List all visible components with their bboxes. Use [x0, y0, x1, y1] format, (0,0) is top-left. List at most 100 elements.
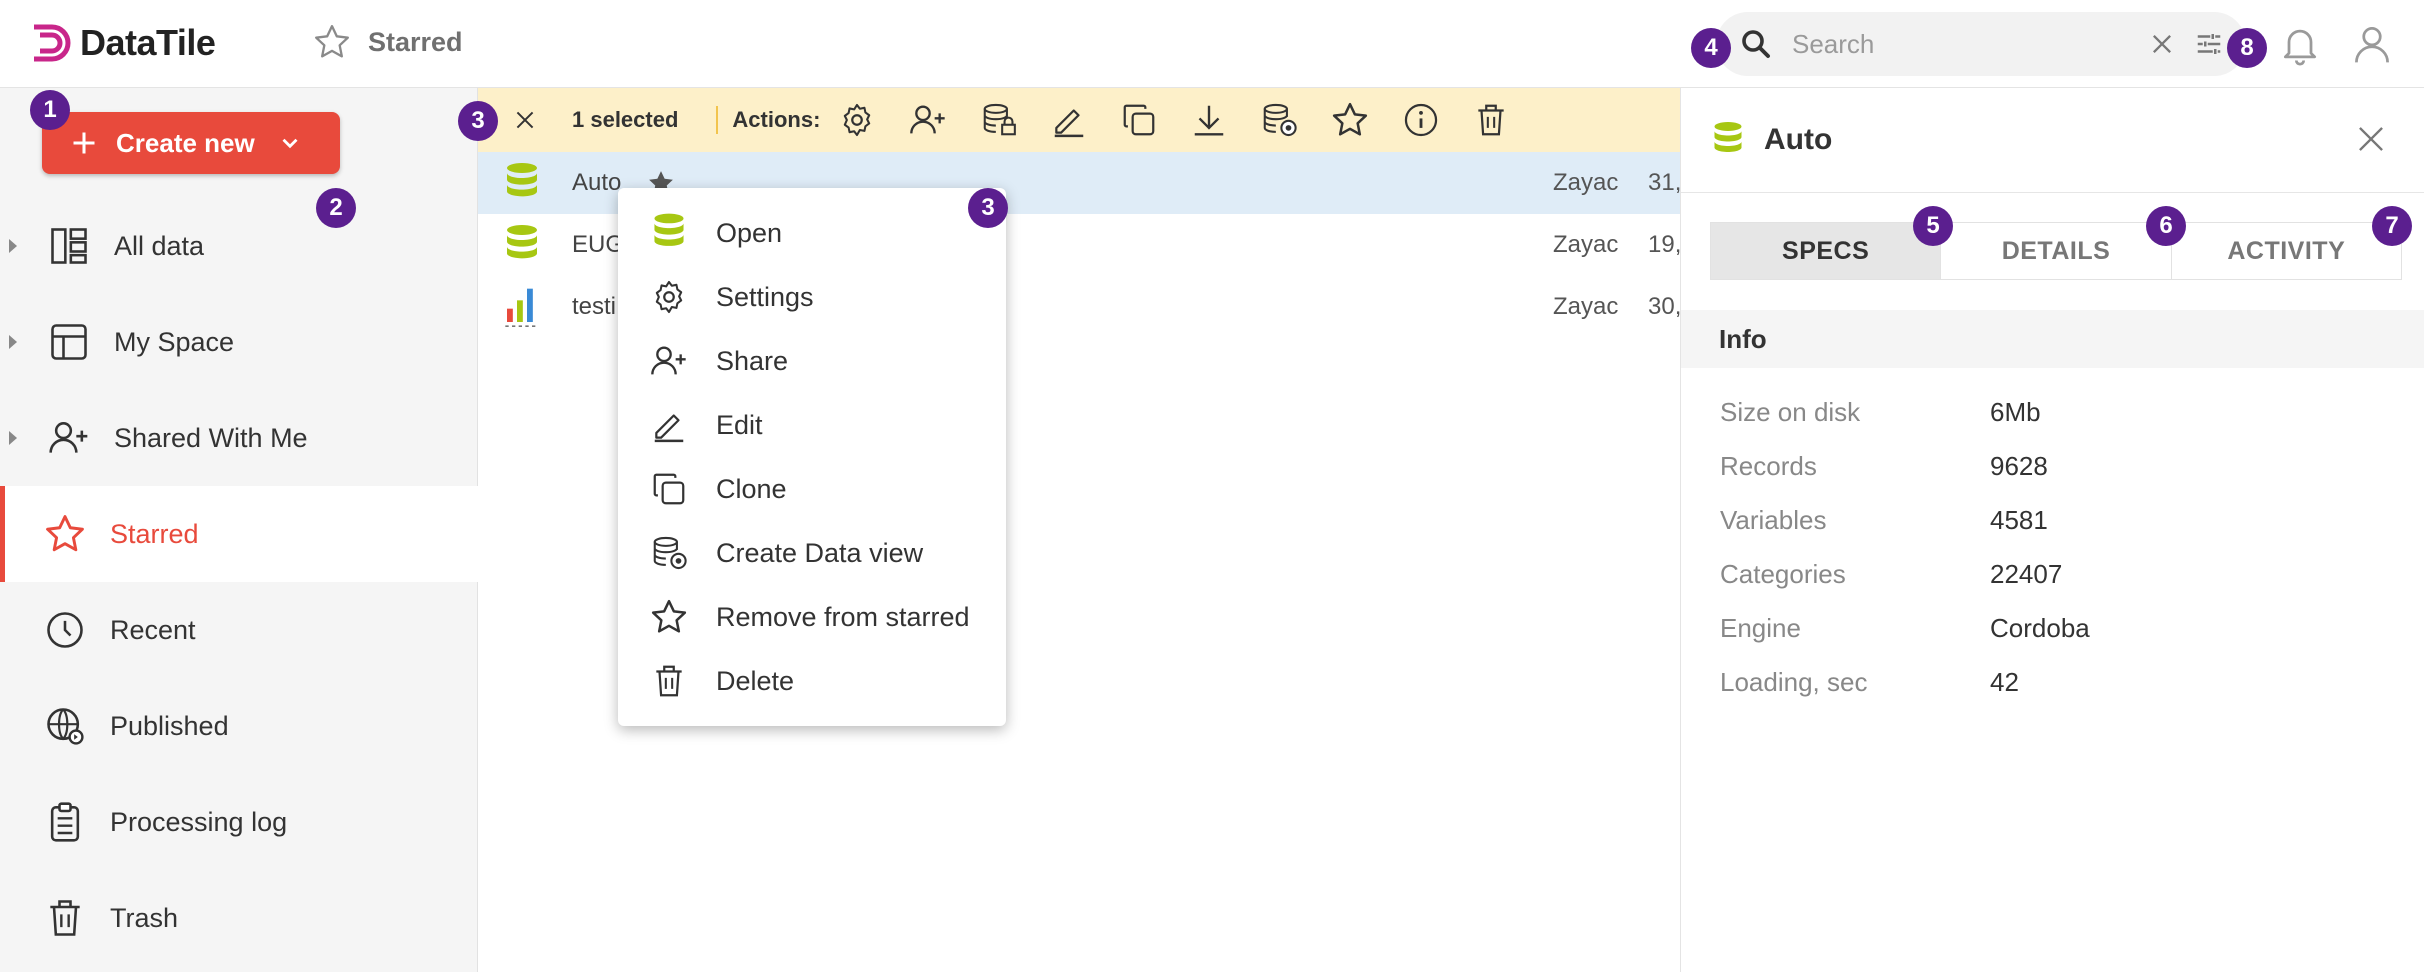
star-icon[interactable] [1330, 100, 1370, 140]
menu-item-share[interactable]: Share [618, 330, 1006, 392]
spec-key: Records [1720, 450, 1817, 481]
spec-row: Size on disk 6Mb [1720, 385, 2360, 439]
details-title: Auto [1764, 123, 1833, 156]
clear-search-icon[interactable] [2148, 30, 2176, 58]
row-owner: Zayac [1553, 231, 1619, 258]
menu-item-create-data-view[interactable]: Create Data view [618, 522, 1006, 584]
expand-arrow-icon[interactable] [7, 334, 19, 350]
sidebar-item-recent[interactable]: Recent [0, 582, 478, 678]
clipboard-icon [50, 802, 80, 842]
menu-item-label: Open [716, 217, 783, 248]
details-header: Auto [1710, 120, 1832, 160]
sidebar-item-label: Processing log [110, 806, 288, 837]
layout-icon [51, 324, 87, 360]
divider [1681, 192, 2424, 193]
sidebar-item-trash[interactable]: Trash [0, 870, 478, 966]
user-avatar-icon[interactable] [2350, 22, 2394, 66]
spec-row: Records 9628 [1720, 439, 2360, 493]
tab-specs[interactable]: SPECS [1711, 223, 1942, 279]
download-icon[interactable] [1190, 101, 1228, 139]
spec-value: Cordoba [1990, 612, 2090, 643]
clear-selection-icon[interactable] [512, 107, 538, 133]
sidebar-item-label: My Space [114, 326, 235, 357]
sidebar-item-my-space[interactable]: My Space [0, 294, 478, 390]
row-owner: Zayac [1553, 169, 1619, 196]
star-icon [315, 25, 349, 58]
expand-arrow-icon[interactable] [7, 430, 19, 446]
clock-icon [47, 612, 83, 648]
app-name: DataTile [80, 22, 216, 63]
toolbar-divider [716, 106, 719, 134]
sidebar-item-label: Starred [110, 518, 199, 549]
share-icon[interactable] [908, 100, 948, 140]
menu-item-open[interactable]: Open [618, 202, 1006, 264]
clone-icon[interactable] [1120, 101, 1158, 139]
row-date: 31, [1648, 169, 1682, 196]
star-icon [46, 515, 84, 552]
trash-icon[interactable] [1472, 101, 1510, 139]
info-icon[interactable] [1402, 101, 1440, 139]
trash-icon [656, 665, 682, 697]
menu-item-label: Settings [716, 281, 814, 312]
spec-value: 6Mb [1990, 396, 2041, 427]
context-menu: Open Settings Share Edit Clone Create Da… [618, 188, 1006, 726]
data-view-icon [653, 536, 687, 570]
tab-details[interactable]: DETAILS [1941, 223, 2172, 279]
expand-arrow-icon[interactable] [7, 238, 19, 254]
sidebar-item-published[interactable]: Published [0, 678, 478, 774]
spec-key: Engine [1720, 612, 1801, 643]
clone-icon [653, 473, 685, 505]
settings-icon[interactable] [838, 101, 876, 139]
menu-item-label: Clone [716, 473, 787, 504]
annotation-badge: 2 [316, 188, 356, 228]
filter-settings-icon[interactable] [2194, 29, 2224, 59]
row-date: 19, [1648, 231, 1682, 258]
search-input[interactable] [1792, 28, 2132, 60]
edit-icon [654, 414, 684, 443]
menu-item-delete[interactable]: Delete [618, 650, 1006, 712]
app-logo[interactable]: DataTile [30, 22, 216, 64]
menu-item-edit[interactable]: Edit [618, 394, 1006, 456]
bell-icon[interactable] [2278, 22, 2322, 66]
sidebar-item-shared-with-me[interactable]: Shared With Me [0, 390, 478, 486]
spec-row: Variables 4581 [1720, 493, 2360, 547]
create-new-label: Create new [116, 127, 255, 158]
menu-item-label: Edit [716, 409, 763, 440]
spec-row: Categories 22407 [1720, 547, 2360, 601]
actions-label: Actions: [732, 107, 821, 132]
annotation-badge: 3 [458, 101, 498, 141]
sidebar-item-label: Published [110, 710, 229, 741]
sidebar-item-processing-log[interactable]: Processing log [0, 774, 478, 870]
selection-toolbar: 1 selected Actions: [478, 88, 1680, 152]
chevron-down-icon [282, 138, 298, 149]
spec-row: Loading, sec 42 [1720, 655, 2360, 709]
sidebar-item-starred[interactable]: Starred [0, 486, 478, 582]
data-view-icon[interactable] [1260, 101, 1298, 139]
menu-item-label: Remove from starred [716, 601, 970, 632]
annotation-badge: 3 [968, 188, 1008, 228]
logo-mark-icon [34, 24, 71, 62]
annotation-badge: 1 [30, 90, 70, 130]
database-icon [507, 225, 537, 259]
tab-activity[interactable]: ACTIVITY [2172, 223, 2401, 279]
menu-item-remove-from-starred[interactable]: Remove from starred [618, 586, 1006, 648]
sidebar-item-all-data[interactable]: All data [0, 198, 478, 294]
search-box[interactable] [1716, 12, 2246, 76]
annotation-badge: 8 [2227, 28, 2267, 68]
row-owner: Zayac [1553, 293, 1619, 320]
annotation-badge: 6 [2146, 206, 2186, 246]
lock-database-icon[interactable] [980, 101, 1018, 139]
close-icon[interactable] [2352, 120, 2390, 158]
menu-item-settings[interactable]: Settings [618, 266, 1006, 328]
database-icon [507, 163, 537, 197]
search-icon [1742, 30, 1770, 58]
dashboard-icon [51, 228, 87, 264]
edit-icon[interactable] [1050, 101, 1088, 139]
share-icon [651, 346, 686, 375]
menu-item-clone[interactable]: Clone [618, 458, 1006, 520]
create-new-button[interactable]: Create new [42, 112, 340, 174]
annotation-badge: 4 [1691, 28, 1731, 68]
database-icon [654, 213, 684, 246]
globe-icon [47, 708, 84, 745]
star-icon [651, 599, 687, 633]
